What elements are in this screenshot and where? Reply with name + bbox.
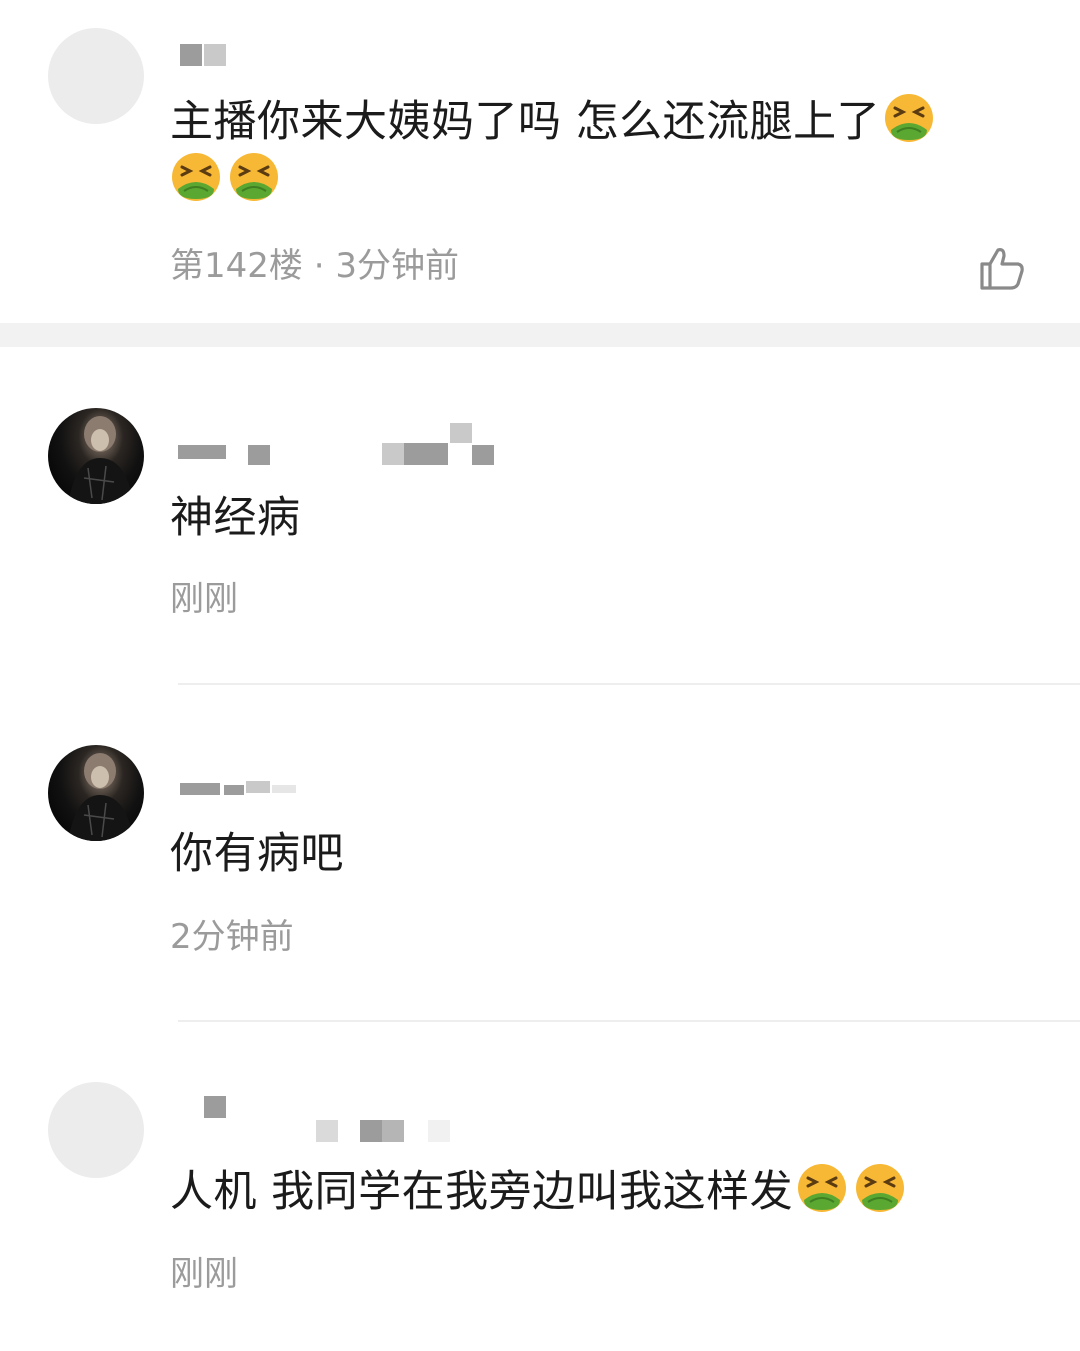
comment-item: 神经病 刚刚 — [0, 347, 1080, 683]
comment-item: 主播你来大姨妈了吗 怎么还流腿上了 第142楼 · 3分钟前 — [0, 0, 1080, 323]
avatar[interactable] — [48, 1082, 144, 1178]
comment-text: 你有病吧 — [170, 829, 344, 879]
nauseated-face-icon — [172, 153, 220, 201]
comment-meta: 刚刚 — [170, 579, 238, 619]
nauseated-face-icon — [230, 153, 278, 201]
avatar-photo — [68, 753, 134, 841]
comment-text: 人机 我同学在我旁边叫我这样发 — [170, 1162, 1030, 1221]
comment-item: 人机 我同学在我旁边叫我这样发 刚刚 — [0, 1022, 1080, 1351]
section-separator — [0, 323, 1080, 347]
comment-meta: 2分钟前 — [170, 917, 294, 957]
nauseated-face-icon — [856, 1164, 905, 1212]
comment-item: 你有病吧 2分钟前 — [0, 685, 1080, 1020]
username-redacted[interactable] — [170, 777, 300, 807]
username-redacted[interactable] — [170, 423, 500, 465]
comment-body: 主播你来大姨妈了吗 怎么还流腿上了 — [170, 97, 881, 147]
comment-text: 主播你来大姨妈了吗 怎么还流腿上了 — [170, 92, 1030, 210]
username-redacted[interactable] — [170, 40, 240, 70]
nauseated-face-icon — [798, 1164, 847, 1212]
comment-meta: 第142楼 · 3分钟前 — [170, 246, 459, 286]
username-redacted[interactable] — [170, 1094, 460, 1142]
nauseated-face-icon — [885, 94, 934, 142]
comment-meta: 刚刚 — [170, 1254, 238, 1294]
thumbs-up-icon[interactable] — [976, 244, 1026, 292]
comment-text: 神经病 — [170, 493, 301, 543]
avatar[interactable] — [48, 745, 144, 841]
avatar[interactable] — [48, 28, 144, 124]
avatar-photo — [68, 416, 134, 504]
avatar[interactable] — [48, 408, 144, 504]
comment-body: 人机 我同学在我旁边叫我这样发 — [170, 1167, 794, 1217]
